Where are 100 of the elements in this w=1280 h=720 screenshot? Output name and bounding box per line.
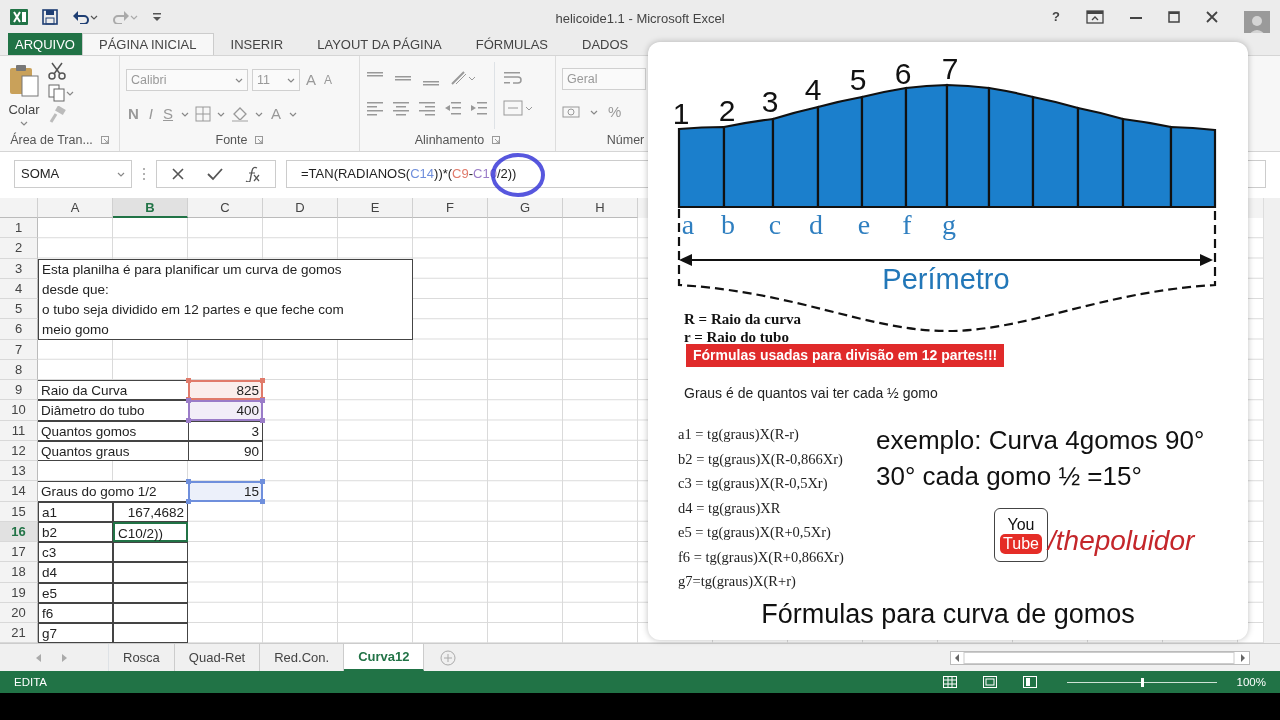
caret-icon[interactable] — [590, 109, 598, 115]
orientation-icon[interactable] — [450, 70, 476, 86]
zoom-thumb[interactable] — [1140, 677, 1144, 687]
selection-handle[interactable] — [260, 417, 265, 423]
paste-button[interactable]: Colar — [6, 62, 42, 128]
dialog-launcher-icon[interactable] — [100, 136, 109, 144]
redo-icon[interactable] — [112, 9, 138, 24]
selection-handle[interactable] — [186, 398, 191, 404]
column-header[interactable]: F — [413, 198, 488, 218]
column-header[interactable]: E — [338, 198, 413, 218]
page-layout-icon[interactable] — [982, 676, 997, 689]
dialog-launcher-icon[interactable] — [492, 136, 501, 144]
zoom-slider[interactable] — [1066, 677, 1217, 687]
row-header[interactable]: 5 — [0, 299, 38, 320]
selection-handle[interactable] — [186, 498, 191, 504]
caret-icon[interactable] — [255, 111, 264, 117]
row-header[interactable]: 2 — [0, 238, 38, 259]
row-header[interactable]: 12 — [0, 440, 38, 461]
close-icon[interactable] — [1206, 10, 1218, 23]
ribbon-tab[interactable]: DADOS — [565, 33, 646, 55]
horizontal-scrollbar[interactable] — [950, 650, 1250, 665]
wrap-text-icon[interactable] — [503, 70, 523, 86]
save-icon[interactable] — [42, 8, 58, 25]
value-cell[interactable]: 90 — [188, 440, 263, 461]
row-header[interactable]: 15 — [0, 501, 38, 522]
selection-handle[interactable] — [260, 498, 265, 504]
value-cell[interactable]: 15 — [188, 481, 263, 502]
row-header[interactable]: 20 — [0, 602, 38, 623]
caret-icon[interactable] — [217, 111, 226, 117]
next-sheet-icon[interactable] — [62, 653, 68, 662]
row-header[interactable]: 1 — [0, 218, 38, 239]
caret-icon[interactable] — [181, 111, 190, 117]
caret-icon[interactable] — [287, 77, 295, 83]
row-header[interactable]: 8 — [0, 359, 38, 380]
row-header[interactable]: 17 — [0, 542, 38, 563]
ribbon-tab[interactable]: PÁGINA INICIAL — [81, 33, 214, 55]
row-header[interactable]: 13 — [0, 461, 38, 482]
row-header[interactable]: 18 — [0, 562, 38, 583]
row-header[interactable]: 9 — [0, 380, 38, 401]
value-cell[interactable]: 825 — [188, 380, 263, 401]
vertical-scrollbar[interactable] — [1263, 198, 1280, 644]
name-box[interactable]: SOMA — [14, 160, 132, 188]
row-header[interactable]: 21 — [0, 623, 38, 644]
row-header[interactable]: 14 — [0, 481, 38, 502]
selection-handle[interactable] — [260, 398, 265, 404]
file-tab[interactable]: ARQUIVO — [8, 33, 82, 55]
merge-cells-icon[interactable] — [503, 100, 533, 116]
customize-icon[interactable] — [152, 11, 162, 22]
normal-view-icon[interactable] — [942, 676, 957, 689]
column-header[interactable]: D — [263, 198, 338, 218]
row-header[interactable]: 11 — [0, 420, 38, 441]
caret-icon[interactable] — [117, 171, 125, 177]
paste-icon[interactable] — [8, 63, 40, 98]
selection-handle[interactable] — [186, 417, 191, 423]
align-right-icon[interactable] — [418, 100, 436, 116]
help-button[interactable]: ? — [1052, 6, 1060, 27]
previous-sheet-icon[interactable] — [36, 653, 42, 662]
zoom-level[interactable]: 100% — [1236, 673, 1266, 691]
column-header[interactable]: G — [488, 198, 563, 218]
dialog-launcher-icon[interactable] — [255, 136, 264, 144]
active-cell[interactable]: C10/2)) — [113, 521, 188, 542]
selection-handle[interactable] — [186, 479, 191, 485]
currency-format-icon[interactable] — [562, 104, 582, 120]
page-break-icon[interactable] — [1022, 676, 1037, 689]
new-sheet-icon[interactable] — [440, 649, 457, 666]
row-header[interactable]: 6 — [0, 319, 38, 340]
caret-icon[interactable] — [289, 111, 298, 117]
selection-handle[interactable] — [260, 378, 265, 383]
row-header[interactable]: 3 — [0, 258, 38, 279]
undo-icon[interactable] — [72, 9, 98, 24]
ribbon-tab[interactable]: FÓRMULAS — [458, 33, 565, 55]
ribbon-tab[interactable]: LAYOUT DA PÁGINA — [300, 33, 459, 55]
value-cell[interactable]: 167,4682 — [113, 501, 188, 522]
column-header[interactable]: A — [38, 198, 113, 218]
row-header[interactable]: 16 — [0, 521, 38, 542]
increase-indent-icon[interactable] — [470, 100, 488, 116]
select-all-button[interactable] — [0, 198, 38, 218]
column-header[interactable]: C — [188, 198, 263, 218]
column-header[interactable]: B — [113, 198, 188, 218]
sheet-tab[interactable]: Curva12 — [344, 644, 425, 672]
align-left-icon[interactable] — [366, 100, 384, 116]
align-center-icon[interactable] — [392, 100, 410, 116]
cut-icon[interactable] — [48, 62, 66, 80]
row-header[interactable]: 4 — [0, 278, 38, 299]
selection-handle[interactable] — [260, 479, 265, 485]
format-painter-icon[interactable] — [48, 106, 66, 124]
row-header[interactable]: 7 — [0, 339, 38, 360]
row-header[interactable]: 10 — [0, 400, 38, 421]
borders-icon[interactable] — [195, 106, 212, 122]
caret-icon[interactable] — [235, 77, 243, 83]
row-header[interactable]: 19 — [0, 582, 38, 603]
value-cell[interactable]: 400 — [188, 400, 263, 421]
column-header[interactable]: H — [563, 198, 638, 218]
decrease-indent-icon[interactable] — [444, 100, 462, 116]
copy-icon[interactable] — [48, 84, 74, 102]
ribbon-display-icon[interactable] — [1086, 9, 1104, 24]
insert-function-icon[interactable] — [245, 166, 261, 182]
caret-icon[interactable] — [20, 121, 28, 127]
maximize-icon[interactable] — [1168, 10, 1180, 23]
enter-icon[interactable] — [207, 167, 223, 181]
